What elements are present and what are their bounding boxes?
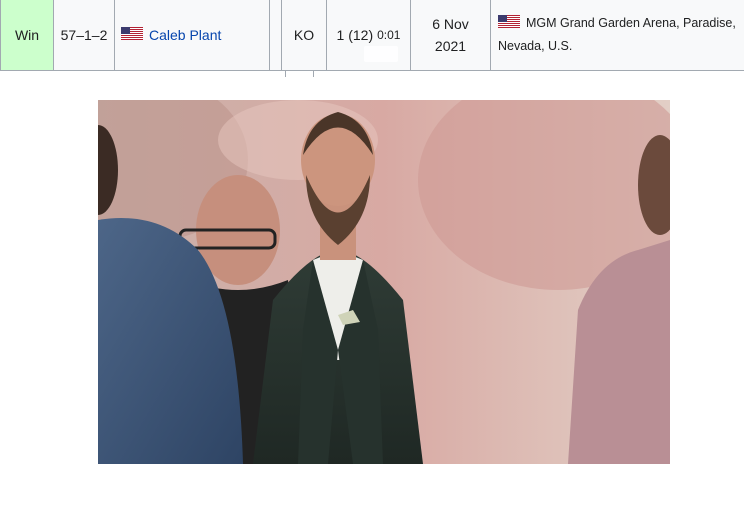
- location-cell: MGM Grand Garden Arena, Paradise, Nevada…: [491, 0, 744, 70]
- date-cell: 6 Nov 2021: [411, 0, 491, 70]
- location-line-1[interactable]: MGM Grand Garden Arena, Paradise,: [526, 16, 736, 30]
- date-day-month: 6 Nov: [432, 16, 469, 32]
- us-flag-icon: [498, 13, 520, 35]
- fight-record-row: Win 57–1–2 Caleb Plant KO 1 (12) 0:01 6 …: [0, 0, 744, 71]
- round-cell: 1 (12) 0:01: [327, 0, 411, 70]
- result-cell: Win: [0, 0, 54, 70]
- press-conference-photo: [98, 100, 670, 464]
- redaction-smear: [364, 46, 398, 62]
- table-tick: [285, 71, 286, 77]
- us-flag-icon: [121, 27, 143, 43]
- spacer-cell: [270, 0, 282, 70]
- result-label: Win: [14, 27, 40, 43]
- opponent-cell: Caleb Plant: [115, 0, 270, 70]
- time-value: 0:01: [377, 28, 401, 42]
- table-tick: [313, 71, 314, 77]
- opponent-link[interactable]: Caleb Plant: [149, 27, 221, 43]
- round-value: 1 (12): [336, 27, 374, 43]
- record-value: 57–1–2: [60, 27, 108, 43]
- date-year: 2021: [434, 38, 467, 54]
- record-cell: 57–1–2: [54, 0, 115, 70]
- fight-type: KO: [293, 27, 315, 43]
- location-line-2: Nevada, U.S.: [498, 38, 573, 53]
- type-cell: KO: [282, 0, 327, 70]
